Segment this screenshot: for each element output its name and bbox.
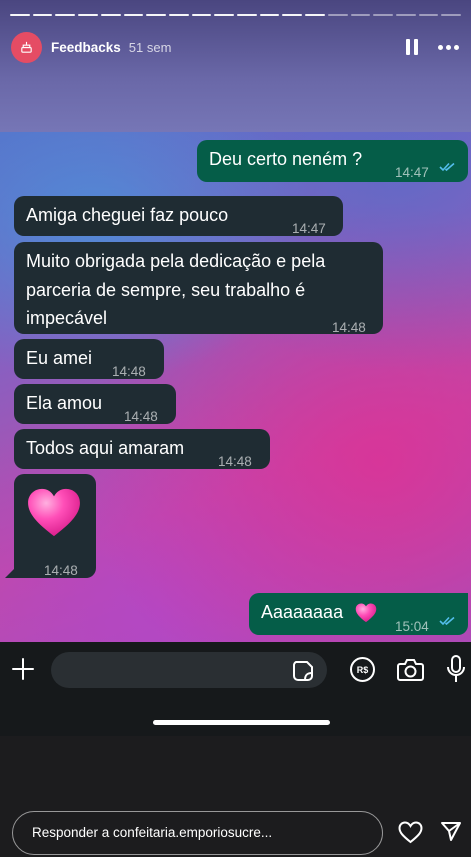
message-time: 15:04: [395, 619, 429, 634]
message-text-line: Muito obrigada pela dedicação e pela: [26, 251, 326, 271]
read-ticks-icon: [439, 616, 455, 626]
message-time: 14:48: [218, 454, 252, 469]
story-progress-segment: [373, 14, 393, 16]
story-progress-segment: [327, 14, 348, 16]
story-progress-segment: [214, 14, 235, 16]
microphone-icon[interactable]: [446, 654, 466, 684]
message-bubble-incoming: Ela amou 14:48: [14, 384, 176, 424]
story-progress-segment: [191, 14, 212, 16]
message-bubble-incoming: Eu amei 14:48: [14, 339, 164, 379]
read-ticks-icon: [439, 162, 455, 172]
story-progress-segment: [78, 14, 98, 16]
home-indicator: [153, 720, 330, 725]
story-header: Feedbacks 51 sem: [11, 31, 461, 63]
story-progress-segment: [10, 14, 30, 16]
pause-icon[interactable]: [406, 39, 420, 55]
story-header-area: Feedbacks 51 sem: [0, 0, 471, 132]
story-progress-segment: [418, 14, 439, 16]
plus-icon[interactable]: [12, 658, 34, 680]
send-icon[interactable]: [440, 820, 462, 842]
pink-heart-icon: [28, 488, 80, 537]
story-progress-segment: [259, 14, 280, 16]
message-text: Eu amei: [26, 348, 93, 368]
message-bubble-outgoing: Aaaaaaaa 15:04: [249, 593, 468, 635]
story-progress-segment: [395, 14, 416, 16]
message-time: 14:48: [332, 320, 366, 335]
story-time-ago: 51 sem: [128, 39, 172, 55]
message-time: 14:48: [112, 364, 146, 379]
story-progress-segment: [237, 14, 257, 16]
message-time: 14:48: [44, 563, 78, 578]
chat-screenshot: Deu certo neném ? 14:47 Amiga cheguei fa…: [0, 132, 471, 642]
message-bubble-incoming: Todos aqui amaram 14:48: [14, 429, 270, 469]
story-progress-segment: [441, 14, 462, 16]
message-time: 14:47: [292, 221, 326, 236]
story-username[interactable]: Feedbacks: [51, 40, 121, 55]
story-progress-segment: [55, 14, 76, 16]
cake-logo-icon: [21, 41, 32, 53]
story-progress-segment: [146, 14, 166, 16]
story-progress-segment: [32, 14, 53, 16]
story-progress-segment: [100, 14, 121, 16]
message-time: 14:47: [395, 165, 429, 180]
bubble-tail: [5, 568, 15, 578]
message-text: Deu certo neném ?: [209, 149, 363, 169]
pix-rs-icon[interactable]: R$: [350, 657, 375, 682]
message-text-line: parceria de sempre, seu trabalho é: [26, 280, 306, 300]
more-icon[interactable]: [438, 44, 461, 50]
story-progress-segment: [350, 14, 371, 16]
message-text-line: impecável: [26, 308, 108, 328]
heart-icon[interactable]: [398, 821, 423, 844]
story-progress-segment: [282, 14, 303, 16]
story-progress-segment: [168, 14, 189, 16]
story-progress-bar: [10, 14, 462, 17]
message-text: Ela amou: [26, 393, 103, 413]
message-bubble-outgoing: Deu certo neném ? 14:47: [197, 140, 468, 182]
message-text: Todos aqui amaram: [26, 438, 185, 458]
pink-heart-icon: [355, 603, 377, 623]
sticker-icon[interactable]: [292, 660, 314, 682]
chat-message-input[interactable]: [51, 652, 327, 688]
message-bubble-incoming: 14:48: [14, 474, 96, 578]
message-bubble-incoming: Muito obrigada pela dedicação e pela par…: [14, 242, 383, 335]
camera-icon[interactable]: [397, 657, 424, 682]
avatar[interactable]: [11, 31, 42, 63]
message-text: Amiga cheguei faz pouco: [26, 205, 229, 225]
message-time: 14:48: [124, 409, 158, 424]
story-progress-segment: [305, 14, 325, 16]
story-reply-input[interactable]: Responder a confeitaria.emporiosucre...: [12, 811, 383, 855]
message-bubble-incoming: Amiga cheguei faz pouco 14:47: [14, 196, 343, 236]
story-progress-segment: [123, 14, 144, 16]
message-text: Aaaaaaaa: [261, 602, 344, 622]
